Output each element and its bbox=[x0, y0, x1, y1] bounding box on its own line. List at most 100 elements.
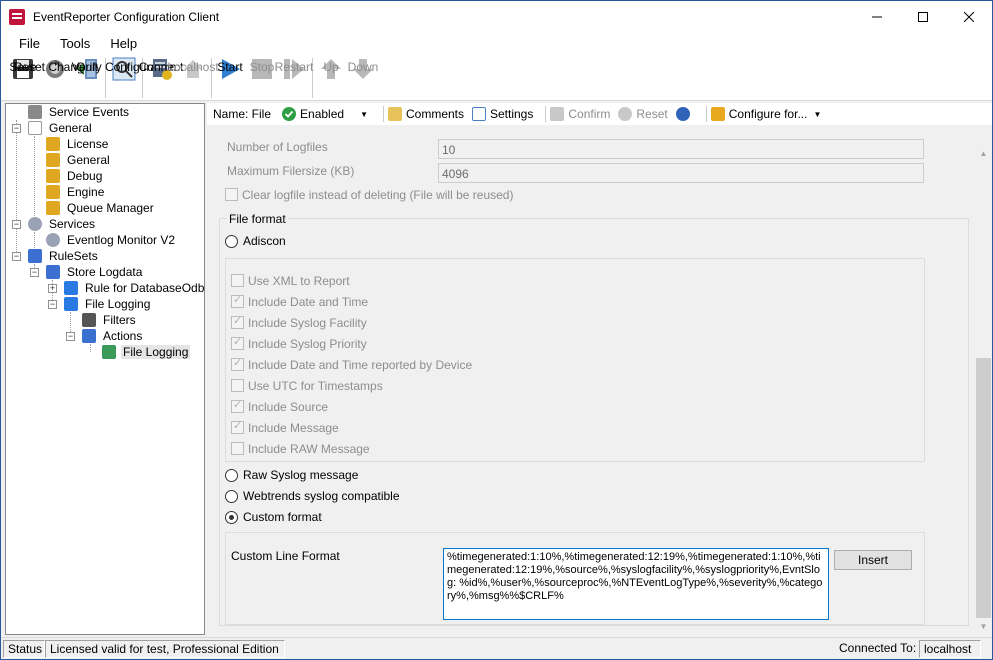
tree-node-service-events[interactable]: Service Events bbox=[28, 104, 131, 120]
expand-rule-db-expander[interactable]: + bbox=[48, 284, 57, 293]
enabled-dropdown[interactable]: Enabled ▼ bbox=[279, 106, 371, 122]
num-logfiles-input[interactable]: 10 bbox=[438, 139, 924, 159]
adiscon-option-checkbox[interactable] bbox=[231, 274, 244, 287]
adiscon-option-checkbox[interactable] bbox=[231, 356, 244, 371]
adiscon-option-label: Include Syslog Facility bbox=[248, 316, 367, 330]
name-label: Name: File bbox=[213, 107, 272, 121]
collapse-file-logging-expander[interactable]: − bbox=[48, 300, 57, 309]
down-button[interactable]: Down bbox=[347, 54, 379, 100]
adiscon-option-label: Include Source bbox=[248, 400, 329, 414]
scroll-up-icon[interactable]: ▲ bbox=[975, 145, 992, 162]
settings-icon bbox=[46, 169, 60, 183]
adiscon-radio[interactable] bbox=[225, 235, 238, 248]
close-icon bbox=[964, 11, 974, 22]
custom-line-format-textarea[interactable]: %timegenerated:1:10%,%timegenerated:12:1… bbox=[443, 548, 829, 620]
adiscon-option-label: Include Syslog Priority bbox=[248, 337, 367, 351]
tree-node-rulesets[interactable]: RuleSets bbox=[28, 248, 100, 264]
toolbar-separator bbox=[545, 106, 547, 122]
localhost-label: Localhost bbox=[167, 60, 219, 74]
tree-label: Engine bbox=[67, 185, 105, 199]
status-bar: Status Licensed valid for test, Professi… bbox=[1, 637, 992, 659]
restart-label: Restart bbox=[274, 60, 314, 74]
adiscon-option-checkbox[interactable] bbox=[231, 314, 244, 329]
clear-logfile-label: Clear logfile instead of deleting (File … bbox=[242, 188, 514, 202]
tree-node-rule-database-odbc[interactable]: Rule for DatabaseOdbc bbox=[64, 280, 204, 296]
tree-node-general-child[interactable]: General bbox=[46, 152, 112, 168]
maximize-icon bbox=[918, 11, 928, 22]
maximize-button[interactable] bbox=[900, 1, 946, 32]
tree-label: Store Logdata bbox=[67, 265, 143, 279]
minimize-button[interactable] bbox=[854, 1, 900, 32]
settings-button[interactable]: Settings bbox=[472, 107, 533, 121]
tree-label: Debug bbox=[67, 169, 103, 183]
check-circle-icon bbox=[282, 107, 297, 121]
tree-node-queue-manager[interactable]: Queue Manager bbox=[46, 200, 156, 216]
confirm-button[interactable]: Confirm bbox=[550, 107, 610, 121]
start-button[interactable]: Start bbox=[214, 54, 246, 100]
webtrends-label: Webtrends syslog compatible bbox=[243, 489, 400, 503]
tree-node-file-logging-action[interactable]: File Logging bbox=[102, 344, 191, 360]
tree-node-general[interactable]: General bbox=[28, 120, 94, 136]
configure-for-label: Configure for... bbox=[728, 107, 808, 121]
adiscon-option-checkbox[interactable] bbox=[231, 398, 244, 413]
gear-icon bbox=[46, 233, 60, 247]
collapse-actions-expander[interactable]: − bbox=[66, 332, 75, 341]
close-button[interactable] bbox=[946, 1, 992, 32]
adiscon-option-checkbox[interactable] bbox=[231, 442, 244, 455]
adiscon-option-checkbox[interactable] bbox=[231, 335, 244, 350]
tree-node-debug[interactable]: Debug bbox=[46, 168, 104, 184]
collapse-services-expander[interactable]: − bbox=[12, 220, 21, 229]
tree-node-license[interactable]: License bbox=[46, 136, 110, 152]
reset-button[interactable]: Reset bbox=[618, 107, 668, 121]
num-logfiles-label: Number of Logfiles bbox=[227, 140, 328, 154]
scroll-down-icon[interactable]: ▼ bbox=[975, 618, 992, 635]
settings-checklist-icon bbox=[472, 107, 486, 121]
tree-line bbox=[90, 344, 91, 352]
menu-help[interactable]: Help bbox=[100, 36, 147, 51]
tree-node-file-logging[interactable]: File Logging bbox=[64, 296, 152, 312]
up-button[interactable]: Up bbox=[315, 54, 347, 100]
scrollbar-thumb[interactable] bbox=[976, 358, 991, 618]
comments-button[interactable]: Comments bbox=[387, 107, 464, 121]
configuration-tree[interactable]: Service Events − General License General… bbox=[5, 103, 205, 635]
tree-node-services[interactable]: Services bbox=[28, 216, 97, 232]
adiscon-option-checkbox[interactable] bbox=[231, 379, 244, 392]
menu-tools[interactable]: Tools bbox=[50, 36, 100, 51]
settings-label: Settings bbox=[490, 107, 534, 121]
tree-node-engine[interactable]: Engine bbox=[46, 184, 106, 200]
tree-node-store-logdata[interactable]: Store Logdata bbox=[46, 264, 144, 280]
title-bar: EventReporter Configuration Client bbox=[1, 1, 992, 32]
adiscon-option-checkbox[interactable] bbox=[231, 293, 244, 308]
adiscon-option-label: Include Message bbox=[248, 421, 339, 435]
vertical-scrollbar[interactable]: ▲ ▼ bbox=[975, 145, 992, 635]
localhost-button[interactable]: Localhost bbox=[167, 54, 219, 100]
help-button[interactable] bbox=[675, 107, 694, 121]
tree-line bbox=[34, 232, 35, 248]
raw-syslog-radio[interactable] bbox=[225, 469, 238, 482]
collapse-general-expander[interactable]: − bbox=[12, 124, 21, 133]
tree-node-actions[interactable]: Actions bbox=[82, 328, 144, 344]
minimize-icon bbox=[872, 16, 882, 17]
tree-node-filters[interactable]: Filters bbox=[82, 312, 138, 328]
tree-node-eventlog-monitor[interactable]: Eventlog Monitor V2 bbox=[46, 232, 177, 248]
toolbar-separator bbox=[382, 106, 384, 122]
adiscon-option-label: Use XML to Report bbox=[248, 274, 350, 288]
collapse-rulesets-expander[interactable]: − bbox=[12, 252, 21, 261]
license-status: Licensed valid for test, Professional Ed… bbox=[45, 640, 285, 658]
max-filesize-input[interactable]: 4096 bbox=[438, 163, 924, 183]
custom-format-radio[interactable] bbox=[225, 511, 238, 524]
restart-button[interactable]: Restart bbox=[275, 54, 313, 100]
collapse-store-logdata-expander[interactable]: − bbox=[30, 268, 39, 277]
dropdown-arrow-icon: ▼ bbox=[360, 109, 368, 119]
clear-logfile-checkbox[interactable] bbox=[225, 188, 238, 201]
configure-for-dropdown[interactable]: Configure for... ▼ bbox=[710, 107, 821, 121]
webtrends-radio[interactable] bbox=[225, 490, 238, 503]
stop-button[interactable]: Stop bbox=[246, 54, 278, 100]
reset-changes-button[interactable]: Reset Changes bbox=[14, 54, 96, 100]
checklist-icon bbox=[28, 121, 42, 135]
rule-cube-icon bbox=[64, 297, 78, 311]
insert-button[interactable]: Insert bbox=[834, 550, 912, 570]
verify-configuration-button[interactable]: Verify Configuration bbox=[72, 54, 176, 100]
adiscon-option-checkbox[interactable] bbox=[231, 419, 244, 434]
menu-file[interactable]: File bbox=[9, 36, 50, 51]
